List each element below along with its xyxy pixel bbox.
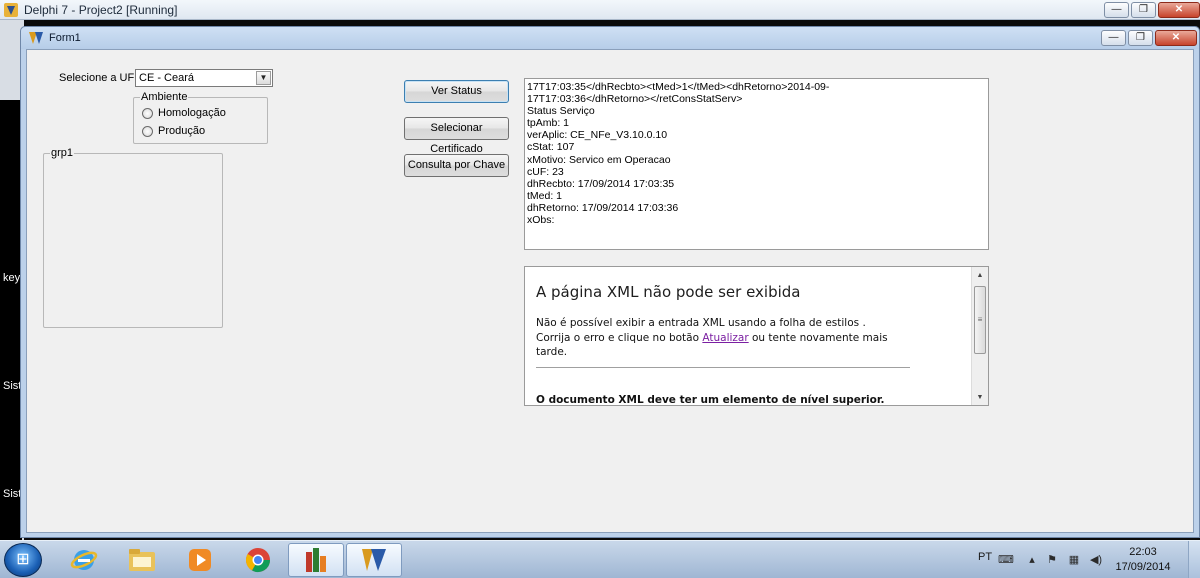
response-memo[interactable]: 17T17:03:35</dhRecbto><tMed>1</tMed><dhR… — [524, 78, 989, 250]
action-center-icon[interactable]: ⚑ — [1044, 552, 1060, 566]
minimize-icon: — — [1111, 4, 1122, 15]
ambiente-caption: Ambiente — [140, 91, 189, 103]
selecionar-certificado-button[interactable]: Selecionar Certificado — [404, 117, 509, 155]
ide-side-label: Sist — [3, 380, 22, 392]
radio-label: Produção — [158, 125, 206, 137]
xml-error-page: A página XML não pode ser exibida Não é … — [536, 283, 916, 406]
memo-line: verAplic: CE_NFe_V3.10.0.10 — [527, 129, 668, 142]
consulta-chave-button[interactable]: Consulta por Chave — [404, 154, 509, 177]
browser-scrollbar[interactable]: ▲ ≡ ▼ — [971, 267, 988, 405]
xml-error-text: Corrija o erro e clique no botão — [536, 331, 703, 344]
memo-line: dhRecbto: 17/09/2014 17:03:35 — [527, 177, 675, 190]
close-icon: ✕ — [1174, 4, 1184, 15]
xml-error-text: Não é possível exibir a entrada XML usan… — [536, 317, 866, 329]
arrow-up-icon: ▲ — [976, 271, 984, 279]
atualizar-link[interactable]: Atualizar — [702, 332, 748, 344]
uf-label: Selecione a UF: — [59, 72, 138, 84]
radio-homologacao[interactable]: Homologação — [142, 107, 226, 119]
clock-time: 22:03 — [1129, 546, 1157, 558]
taskbar-chrome[interactable] — [230, 543, 286, 577]
memo-line: Status Serviço — [527, 105, 595, 118]
uf-selected-value: CE - Ceará — [139, 72, 195, 84]
memo-line: tMed: 1 — [527, 189, 563, 202]
xml-error-body: Não é possível exibir a entrada XML usan… — [536, 316, 916, 360]
form1-titlebar[interactable]: Form1 — ❐ ✕ — [21, 27, 1199, 49]
start-button[interactable]: ⊞ — [4, 543, 42, 577]
uf-combobox[interactable]: CE - Ceará ▼ — [135, 69, 273, 87]
form1-minimize-button[interactable]: — — [1101, 30, 1126, 46]
ide-restore-button[interactable]: ❐ — [1131, 2, 1156, 18]
ide-side-label: Sist — [3, 488, 22, 500]
xml-error-heading: A página XML não pode ser exibida — [536, 283, 801, 301]
ide-window-controls: — ❐ ✕ — [1104, 2, 1200, 18]
taskbar-media-player[interactable] — [172, 543, 228, 577]
divider — [536, 366, 910, 368]
network-icon[interactable]: ▦ — [1066, 552, 1082, 566]
memo-line: xMotivo: Servico em Operacao — [527, 153, 671, 166]
clock[interactable]: 22:03 17/09/2014 — [1108, 545, 1178, 575]
show-desktop-button[interactable] — [1188, 541, 1200, 578]
form1-client-area: Selecione a UF: CE - Ceará ▼ Ambiente Ho… — [26, 49, 1194, 533]
ambiente-groupbox: Ambiente Homologação Produção — [133, 91, 268, 144]
chevron-down-icon: ▼ — [259, 73, 268, 82]
xml-browser[interactable]: A página XML não pode ser exibida Não é … — [524, 266, 989, 406]
memo-line: xObs: — [527, 214, 555, 227]
ide-side-label: key — [3, 272, 21, 284]
delphi-icon — [4, 3, 18, 17]
internet-explorer-icon — [70, 550, 98, 570]
grip-icon: ≡ — [977, 315, 983, 324]
ide-minimize-button[interactable]: — — [1104, 2, 1129, 18]
language-indicator[interactable]: PT — [978, 551, 992, 563]
radio-producao[interactable]: Produção — [142, 125, 205, 137]
memo-line: dhRetorno: 17/09/2014 17:03:36 — [527, 201, 679, 214]
grp1-groupbox: grp1 — [43, 147, 223, 328]
folder-icon — [129, 549, 155, 571]
close-icon: ✕ — [1171, 32, 1181, 43]
form1-window-controls: — ❐ ✕ — [1101, 30, 1197, 46]
scroll-thumb[interactable]: ≡ — [974, 286, 986, 354]
form1-close-button[interactable]: ✕ — [1155, 30, 1197, 46]
memo-line: 17T17:03:35</dhRecbto><tMed>1</tMed><dhR… — [527, 81, 830, 93]
memo-line: tpAmb: 1 — [527, 117, 570, 130]
form1-window: Form1 — ❐ ✕ Selecione a UF: CE - Ceará ▼… — [20, 26, 1200, 538]
xml-error-detail: O documento XML deve ter um elemento de … — [536, 393, 885, 406]
windows-icon: ⊞ — [16, 551, 30, 568]
ver-status-button[interactable]: Ver Status — [404, 80, 509, 103]
uf-dropdown-button[interactable]: ▼ — [256, 71, 271, 85]
radio-label: Homologação — [158, 107, 226, 119]
restore-icon: ❐ — [1139, 4, 1148, 15]
ide-close-button[interactable]: ✕ — [1158, 2, 1200, 18]
taskbar-delphi[interactable] — [346, 543, 402, 577]
ide-panel-behind: key Sist Sist — [0, 100, 22, 540]
memo-line: cUF: 23 — [527, 165, 564, 178]
delphi-icon — [362, 549, 386, 571]
ide-titlebar: Delphi 7 - Project2 [Running] — ❐ ✕ — [0, 0, 1200, 20]
taskbar: ⊞ PT ⌨ ▴ ⚑ ▦ ◀) 22:03 17/09/2014 — [0, 540, 1200, 578]
form1-title: Form1 — [49, 32, 81, 44]
memo-line: cStat: 107 — [527, 141, 575, 154]
taskbar-explorer[interactable] — [114, 543, 170, 577]
maximize-icon: ❐ — [1136, 32, 1145, 43]
radio-button[interactable] — [142, 107, 153, 119]
radio-button[interactable] — [142, 125, 153, 137]
bar-chart-app-icon — [306, 548, 326, 572]
memo-line: 17T17:03:36</dhRetorno></retConsStatServ… — [527, 93, 743, 106]
keyboard-icon[interactable]: ⌨ — [998, 552, 1014, 566]
volume-icon[interactable]: ◀) — [1088, 552, 1104, 566]
chrome-icon — [245, 548, 270, 573]
delphi-icon — [29, 32, 43, 44]
tray-chevron-icon[interactable]: ▴ — [1024, 552, 1040, 566]
grp1-caption: grp1 — [50, 147, 75, 159]
taskbar-app-bars[interactable] — [288, 543, 344, 577]
ide-title: Delphi 7 - Project2 [Running] — [24, 3, 178, 17]
minimize-icon: — — [1108, 32, 1119, 43]
taskbar-ie[interactable] — [56, 543, 112, 577]
media-player-icon — [189, 549, 211, 571]
scroll-down-button[interactable]: ▼ — [972, 389, 988, 405]
clock-date: 17/09/2014 — [1115, 561, 1171, 573]
scroll-up-button[interactable]: ▲ — [972, 267, 988, 283]
arrow-down-icon: ▼ — [976, 393, 984, 401]
form1-maximize-button[interactable]: ❐ — [1128, 30, 1153, 46]
